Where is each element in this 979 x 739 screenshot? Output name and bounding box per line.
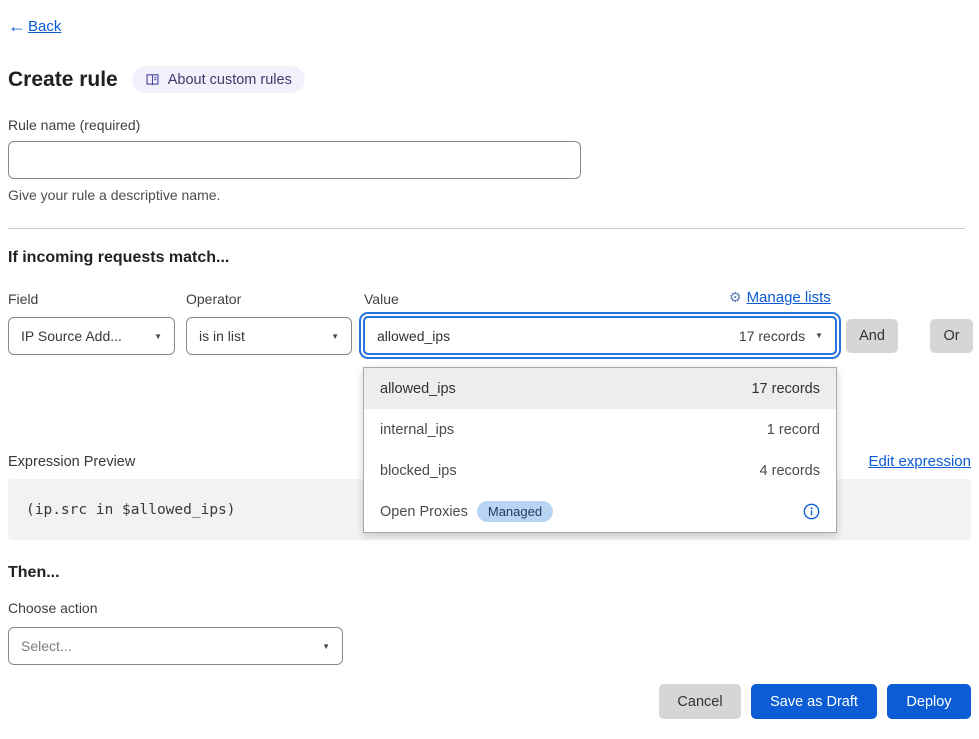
edit-expression-link[interactable]: Edit expression (868, 453, 971, 470)
value-label: Value (364, 291, 399, 307)
about-badge-label: About custom rules (168, 72, 292, 88)
or-button[interactable]: Or (930, 319, 973, 353)
value-dropdown-panel: allowed_ips 17 records internal_ips 1 re… (363, 367, 837, 533)
list-item-name: internal_ips (380, 422, 454, 438)
gear-icon: ⚙ (729, 289, 742, 306)
list-item-blocked-ips[interactable]: blocked_ips 4 records (364, 450, 836, 491)
book-icon (145, 72, 160, 87)
about-custom-rules-link[interactable]: About custom rules (132, 66, 305, 93)
value-select-meta: 17 records (739, 328, 805, 344)
value-select-focus-ring: allowed_ips 17 records ▼ (359, 312, 841, 359)
save-as-draft-button[interactable]: Save as Draft (751, 684, 877, 719)
rule-name-label: Rule name (required) (8, 117, 140, 133)
field-select-value: IP Source Add... (21, 328, 122, 344)
list-item-meta: 17 records (751, 381, 820, 397)
list-item-internal-ips[interactable]: internal_ips 1 record (364, 409, 836, 450)
operator-select[interactable]: is in list ▼ (186, 317, 352, 355)
expression-code: (ip.src in $allowed_ips) (26, 502, 236, 518)
action-select[interactable]: Select... ▼ (8, 627, 343, 665)
chevron-down-icon: ▼ (815, 331, 823, 340)
back-link[interactable]: ← Back (8, 16, 61, 37)
manage-lists-link[interactable]: ⚙ Manage lists (729, 289, 831, 306)
list-item-meta: 4 records (760, 463, 820, 479)
list-item-name: blocked_ips (380, 463, 457, 479)
then-section-heading: Then... (8, 564, 60, 582)
match-section-heading: If incoming requests match... (8, 249, 229, 267)
footer-actions: Cancel Save as Draft Deploy (659, 684, 971, 719)
title-row: Create rule About custom rules (8, 66, 305, 93)
chevron-down-icon: ▼ (154, 332, 162, 341)
section-divider (8, 228, 965, 229)
value-select[interactable]: allowed_ips 17 records ▼ (363, 316, 837, 355)
info-icon[interactable] (803, 503, 820, 520)
list-item-allowed-ips[interactable]: allowed_ips 17 records (364, 368, 836, 409)
page-title: Create rule (8, 68, 118, 92)
expression-preview-label: Expression Preview (8, 454, 135, 470)
create-rule-page: ← Back Create rule About custom rules Ru… (0, 0, 979, 739)
deploy-button[interactable]: Deploy (887, 684, 971, 719)
back-arrow-icon: ← (8, 16, 26, 37)
operator-label: Operator (186, 291, 241, 307)
chevron-down-icon: ▼ (322, 642, 330, 651)
action-select-placeholder: Select... (21, 638, 72, 654)
field-select[interactable]: IP Source Add... ▼ (8, 317, 175, 355)
value-select-selected: allowed_ips (377, 328, 450, 344)
field-label: Field (8, 291, 38, 307)
and-button[interactable]: And (846, 319, 898, 353)
operator-select-value: is in list (199, 328, 245, 344)
manage-lists-label[interactable]: Manage lists (747, 289, 831, 306)
rule-name-input[interactable] (8, 141, 581, 179)
chevron-down-icon: ▼ (331, 332, 339, 341)
back-link-label[interactable]: Back (28, 18, 61, 35)
list-item-name: Open Proxies (380, 504, 468, 520)
list-item-meta: 1 record (767, 422, 820, 438)
rule-name-helper: Give your rule a descriptive name. (8, 187, 220, 203)
list-item-open-proxies[interactable]: Open Proxies Managed (364, 491, 836, 532)
choose-action-label: Choose action (8, 600, 98, 616)
managed-badge: Managed (477, 501, 553, 522)
list-item-name: allowed_ips (380, 381, 456, 397)
cancel-button[interactable]: Cancel (659, 684, 741, 719)
